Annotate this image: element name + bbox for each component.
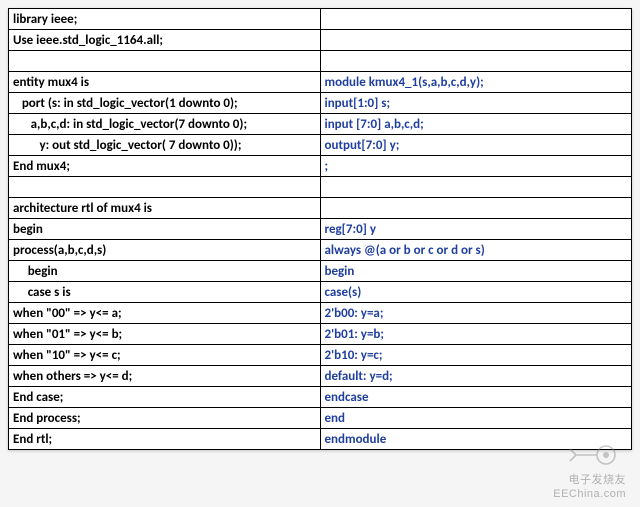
verilog-cell: reg[7:0] y (320, 219, 632, 240)
verilog-cell: output[7:0] y; (320, 135, 632, 156)
vhdl-cell: when "00" => y<= a; (9, 303, 321, 324)
vhdl-cell: begin (9, 261, 321, 282)
table-row: End mux4;; (9, 156, 632, 177)
verilog-cell (320, 51, 632, 72)
table-row: when others => y<= d;default: y=d; (9, 366, 632, 387)
verilog-cell (320, 30, 632, 51)
verilog-cell: default: y=d; (320, 366, 632, 387)
table-row: when "01" => y<= b;2'b01: y=b; (9, 324, 632, 345)
vhdl-cell: Use ieee.std_logic_1164.all; (9, 30, 321, 51)
table-row: Use ieee.std_logic_1164.all; (9, 30, 632, 51)
table-body: library ieee;Use ieee.std_logic_1164.all… (9, 9, 632, 450)
table-row: case s iscase(s) (9, 282, 632, 303)
verilog-cell (320, 198, 632, 219)
verilog-cell: endcase (320, 387, 632, 408)
table-row: architecture rtl of mux4 is (9, 198, 632, 219)
verilog-cell (320, 177, 632, 198)
watermark-line2: EEChina.com (553, 488, 626, 500)
verilog-cell: input[1:0] s; (320, 93, 632, 114)
vhdl-cell: when others => y<= d; (9, 366, 321, 387)
table-row: End case;endcase (9, 387, 632, 408)
table-row: a,b,c,d: in std_logic_vector(7 downto 0)… (9, 114, 632, 135)
watermark-line1: 电子发烧友 (569, 474, 627, 486)
vhdl-cell (9, 51, 321, 72)
table-row: beginbegin (9, 261, 632, 282)
verilog-cell: ; (320, 156, 632, 177)
vhdl-cell: library ieee; (9, 9, 321, 30)
vhdl-cell: y: out std_logic_vector( 7 downto 0)); (9, 135, 321, 156)
table-row: when "10" => y<= c;2'b10: y=c; (9, 345, 632, 366)
verilog-cell: begin (320, 261, 632, 282)
verilog-cell: 2'b00: y=a; (320, 303, 632, 324)
table-row: beginreg[7:0] y (9, 219, 632, 240)
vhdl-cell: End case; (9, 387, 321, 408)
table-row: End process;end (9, 408, 632, 429)
vhdl-cell: case s is (9, 282, 321, 303)
vhdl-cell: End rtl; (9, 429, 321, 450)
vhdl-cell: port (s: in std_logic_vector(1 downto 0)… (9, 93, 321, 114)
vhdl-cell: begin (9, 219, 321, 240)
verilog-cell: module kmux4_1(s,a,b,c,d,y); (320, 72, 632, 93)
verilog-cell (320, 9, 632, 30)
table-row: End rtl;endmodule (9, 429, 632, 450)
vhdl-cell: when "01" => y<= b; (9, 324, 321, 345)
table-row: library ieee; (9, 9, 632, 30)
verilog-cell: endmodule (320, 429, 632, 450)
watermark: 电子发烧友 EEChina.com (553, 441, 626, 501)
vhdl-cell: End mux4; (9, 156, 321, 177)
table-row: entity mux4 ismodule kmux4_1(s,a,b,c,d,y… (9, 72, 632, 93)
verilog-cell: always @(a or b or c or d or s) (320, 240, 632, 261)
code-comparison-table: library ieee;Use ieee.std_logic_1164.all… (8, 8, 632, 450)
table-row: y: out std_logic_vector( 7 downto 0));ou… (9, 135, 632, 156)
vhdl-cell: architecture rtl of mux4 is (9, 198, 321, 219)
vhdl-cell (9, 177, 321, 198)
table-row: when "00" => y<= a;2'b00: y=a; (9, 303, 632, 324)
verilog-cell: 2'b01: y=b; (320, 324, 632, 345)
table-row (9, 51, 632, 72)
verilog-cell: 2'b10: y=c; (320, 345, 632, 366)
table-row: process(a,b,c,d,s)always @(a or b or c o… (9, 240, 632, 261)
table-row (9, 177, 632, 198)
verilog-cell: input [7:0] a,b,c,d; (320, 114, 632, 135)
verilog-cell: end (320, 408, 632, 429)
vhdl-cell: entity mux4 is (9, 72, 321, 93)
vhdl-cell: when "10" => y<= c; (9, 345, 321, 366)
watermark-text: 电子发烧友 EEChina.com (553, 473, 626, 501)
table-row: port (s: in std_logic_vector(1 downto 0)… (9, 93, 632, 114)
verilog-cell: case(s) (320, 282, 632, 303)
vhdl-cell: a,b,c,d: in std_logic_vector(7 downto 0)… (9, 114, 321, 135)
vhdl-cell: End process; (9, 408, 321, 429)
vhdl-cell: process(a,b,c,d,s) (9, 240, 321, 261)
